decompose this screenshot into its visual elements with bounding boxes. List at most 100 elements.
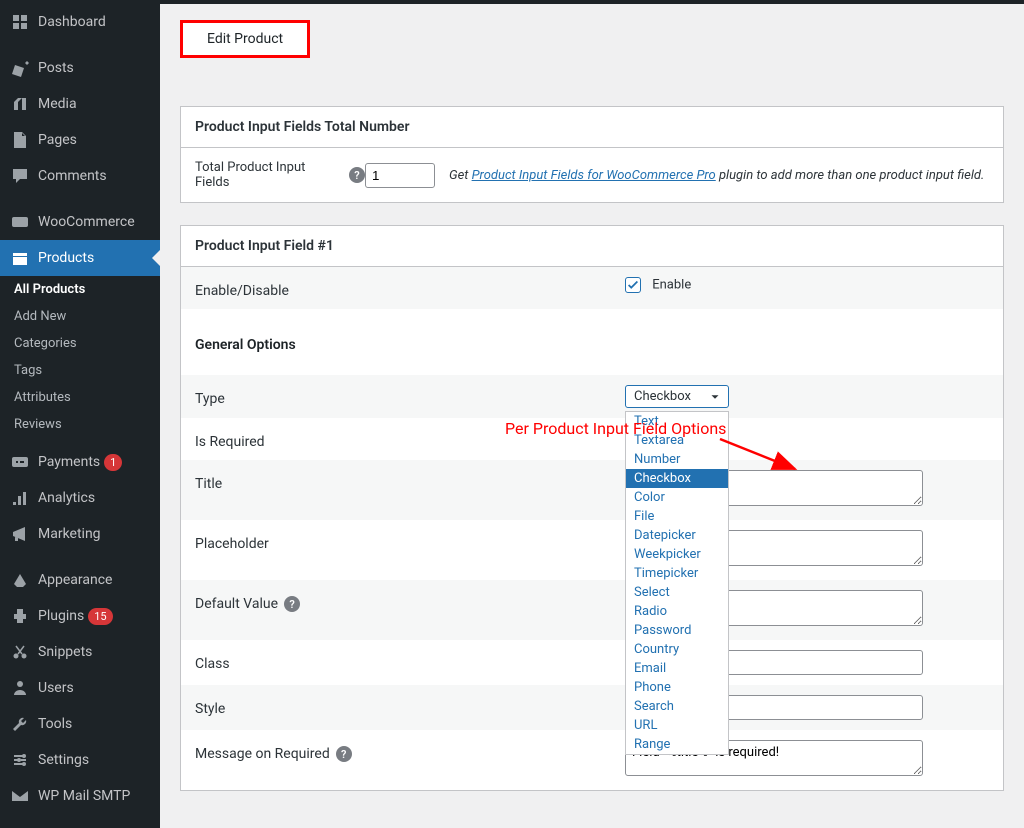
dropdown-option[interactable]: Datepicker (626, 526, 728, 545)
sidebar-item-products[interactable]: Products (0, 240, 160, 276)
dropdown-option[interactable]: Number (626, 450, 728, 469)
dropdown-option[interactable]: Timepicker (626, 564, 728, 583)
type-label: Type (195, 385, 625, 407)
sidebar-item-appearance[interactable]: Appearance (0, 562, 160, 598)
help-icon[interactable]: ? (336, 746, 352, 762)
sidebar-item-tools[interactable]: Tools (0, 706, 160, 742)
dropdown-option[interactable]: Country (626, 640, 728, 659)
media-icon (10, 94, 30, 114)
sidebar-label: Pages (38, 132, 77, 148)
dropdown-option[interactable]: Text (626, 412, 728, 431)
sidebar-item-plugins[interactable]: Plugins 15 (0, 598, 160, 634)
enable-text: Enable (652, 277, 691, 292)
upsell-text: Get Product Input Fields for WooCommerce… (449, 168, 984, 183)
dropdown-option[interactable]: Range (626, 735, 728, 754)
sidebar-item-wpmailsmtp[interactable]: WP Mail SMTP (0, 778, 160, 814)
total-fields-input[interactable] (365, 163, 435, 188)
sidebar-label: Analytics (38, 490, 95, 506)
settings-icon (10, 750, 30, 770)
comments-icon (10, 166, 30, 186)
sidebar-sub-categories[interactable]: Categories (0, 330, 160, 357)
sidebar-label: Plugins (38, 608, 84, 624)
sidebar-item-payments[interactable]: Payments 1 (0, 444, 160, 480)
sidebar-label: Payments (38, 454, 100, 470)
admin-sidebar: Dashboard Posts Media Pages Comments Woo… (0, 4, 160, 828)
dropdown-option[interactable]: URL (626, 716, 728, 735)
sidebar-label: Comments (38, 168, 107, 184)
sidebar-label: Products (38, 250, 94, 266)
sidebar-item-settings[interactable]: Settings (0, 742, 160, 778)
sidebar-sub-tags[interactable]: Tags (0, 357, 160, 384)
sidebar-item-snippets[interactable]: Snippets (0, 634, 160, 670)
sidebar-label: Dashboard (38, 14, 106, 30)
sidebar-item-users[interactable]: Users (0, 670, 160, 706)
sidebar-label: Marketing (38, 526, 101, 542)
appearance-icon (10, 570, 30, 590)
general-options-heading: General Options (195, 331, 625, 353)
sidebar-item-posts[interactable]: Posts (0, 50, 160, 86)
tools-icon (10, 714, 30, 734)
sidebar-sub-reviews[interactable]: Reviews (0, 411, 160, 438)
upsell-link[interactable]: Product Input Fields for WooCommerce Pro (472, 168, 716, 183)
sidebar-sub-all-products[interactable]: All Products (0, 276, 160, 303)
dropdown-option[interactable]: Checkbox (626, 469, 728, 488)
type-dropdown[interactable]: TextTextareaNumberCheckboxColorFileDatep… (625, 411, 729, 755)
sidebar-item-marketing[interactable]: Marketing (0, 516, 160, 552)
class-label: Class (195, 650, 625, 672)
enable-label: Enable/Disable (195, 277, 625, 299)
sidebar-item-comments[interactable]: Comments (0, 158, 160, 194)
sidebar-label: Snippets (38, 644, 92, 660)
panel-total-fields: Product Input Fields Total Number Total … (180, 106, 1004, 203)
page-title: Edit Product (207, 31, 283, 47)
panel-heading: Product Input Fields Total Number (181, 107, 1003, 148)
posts-icon (10, 58, 30, 78)
chevron-down-icon (708, 390, 722, 404)
panel-input-field-1: Product Input Field #1 Enable/Disable En… (180, 225, 1004, 791)
users-icon (10, 678, 30, 698)
analytics-icon (10, 488, 30, 508)
sidebar-label: Settings (38, 752, 89, 768)
dropdown-option[interactable]: Radio (626, 602, 728, 621)
main-content: Edit Product Product Input Fields Total … (160, 4, 1024, 828)
dropdown-option[interactable]: Color (626, 488, 728, 507)
sidebar-label: Posts (38, 60, 74, 76)
dropdown-option[interactable]: Weekpicker (626, 545, 728, 564)
dropdown-option[interactable]: Select (626, 583, 728, 602)
dropdown-option[interactable]: Phone (626, 678, 728, 697)
products-icon (10, 248, 30, 268)
sidebar-label: Users (38, 680, 74, 696)
title-label: Title (195, 470, 625, 492)
enable-checkbox[interactable] (625, 277, 641, 293)
sidebar-item-analytics[interactable]: Analytics (0, 480, 160, 516)
sidebar-label: WP Mail SMTP (38, 788, 130, 804)
page-title-highlight: Edit Product (180, 20, 310, 58)
sidebar-item-media[interactable]: Media (0, 86, 160, 122)
style-label: Style (195, 695, 625, 717)
sidebar-item-pages[interactable]: Pages (0, 122, 160, 158)
sidebar-label: Media (38, 96, 77, 112)
plugins-badge: 15 (88, 608, 112, 625)
sidebar-label: Appearance (38, 572, 112, 588)
marketing-icon (10, 524, 30, 544)
dropdown-option[interactable]: Email (626, 659, 728, 678)
pages-icon (10, 130, 30, 150)
total-fields-label: Total Product Input Fields ? (195, 160, 365, 190)
help-icon[interactable]: ? (284, 596, 300, 612)
sidebar-sub-add-new[interactable]: Add New (0, 303, 160, 330)
dropdown-option[interactable]: Textarea (626, 431, 728, 450)
payments-icon (10, 452, 30, 472)
placeholder-label: Placeholder (195, 530, 625, 552)
msg-required-label: Message on Required ? (195, 740, 625, 762)
dropdown-option[interactable]: Password (626, 621, 728, 640)
sidebar-item-woocommerce[interactable]: WooCommerce (0, 204, 160, 240)
is-required-label: Is Required (195, 428, 625, 450)
dropdown-option[interactable]: Search (626, 697, 728, 716)
mail-icon (10, 786, 30, 806)
dropdown-option[interactable]: File (626, 507, 728, 526)
type-select[interactable]: Checkbox (625, 385, 729, 408)
sidebar-sub-attributes[interactable]: Attributes (0, 384, 160, 411)
sidebar-label: Tools (38, 716, 72, 732)
help-icon[interactable]: ? (349, 167, 365, 183)
sidebar-item-dashboard[interactable]: Dashboard (0, 4, 160, 40)
woocommerce-icon (10, 212, 30, 232)
